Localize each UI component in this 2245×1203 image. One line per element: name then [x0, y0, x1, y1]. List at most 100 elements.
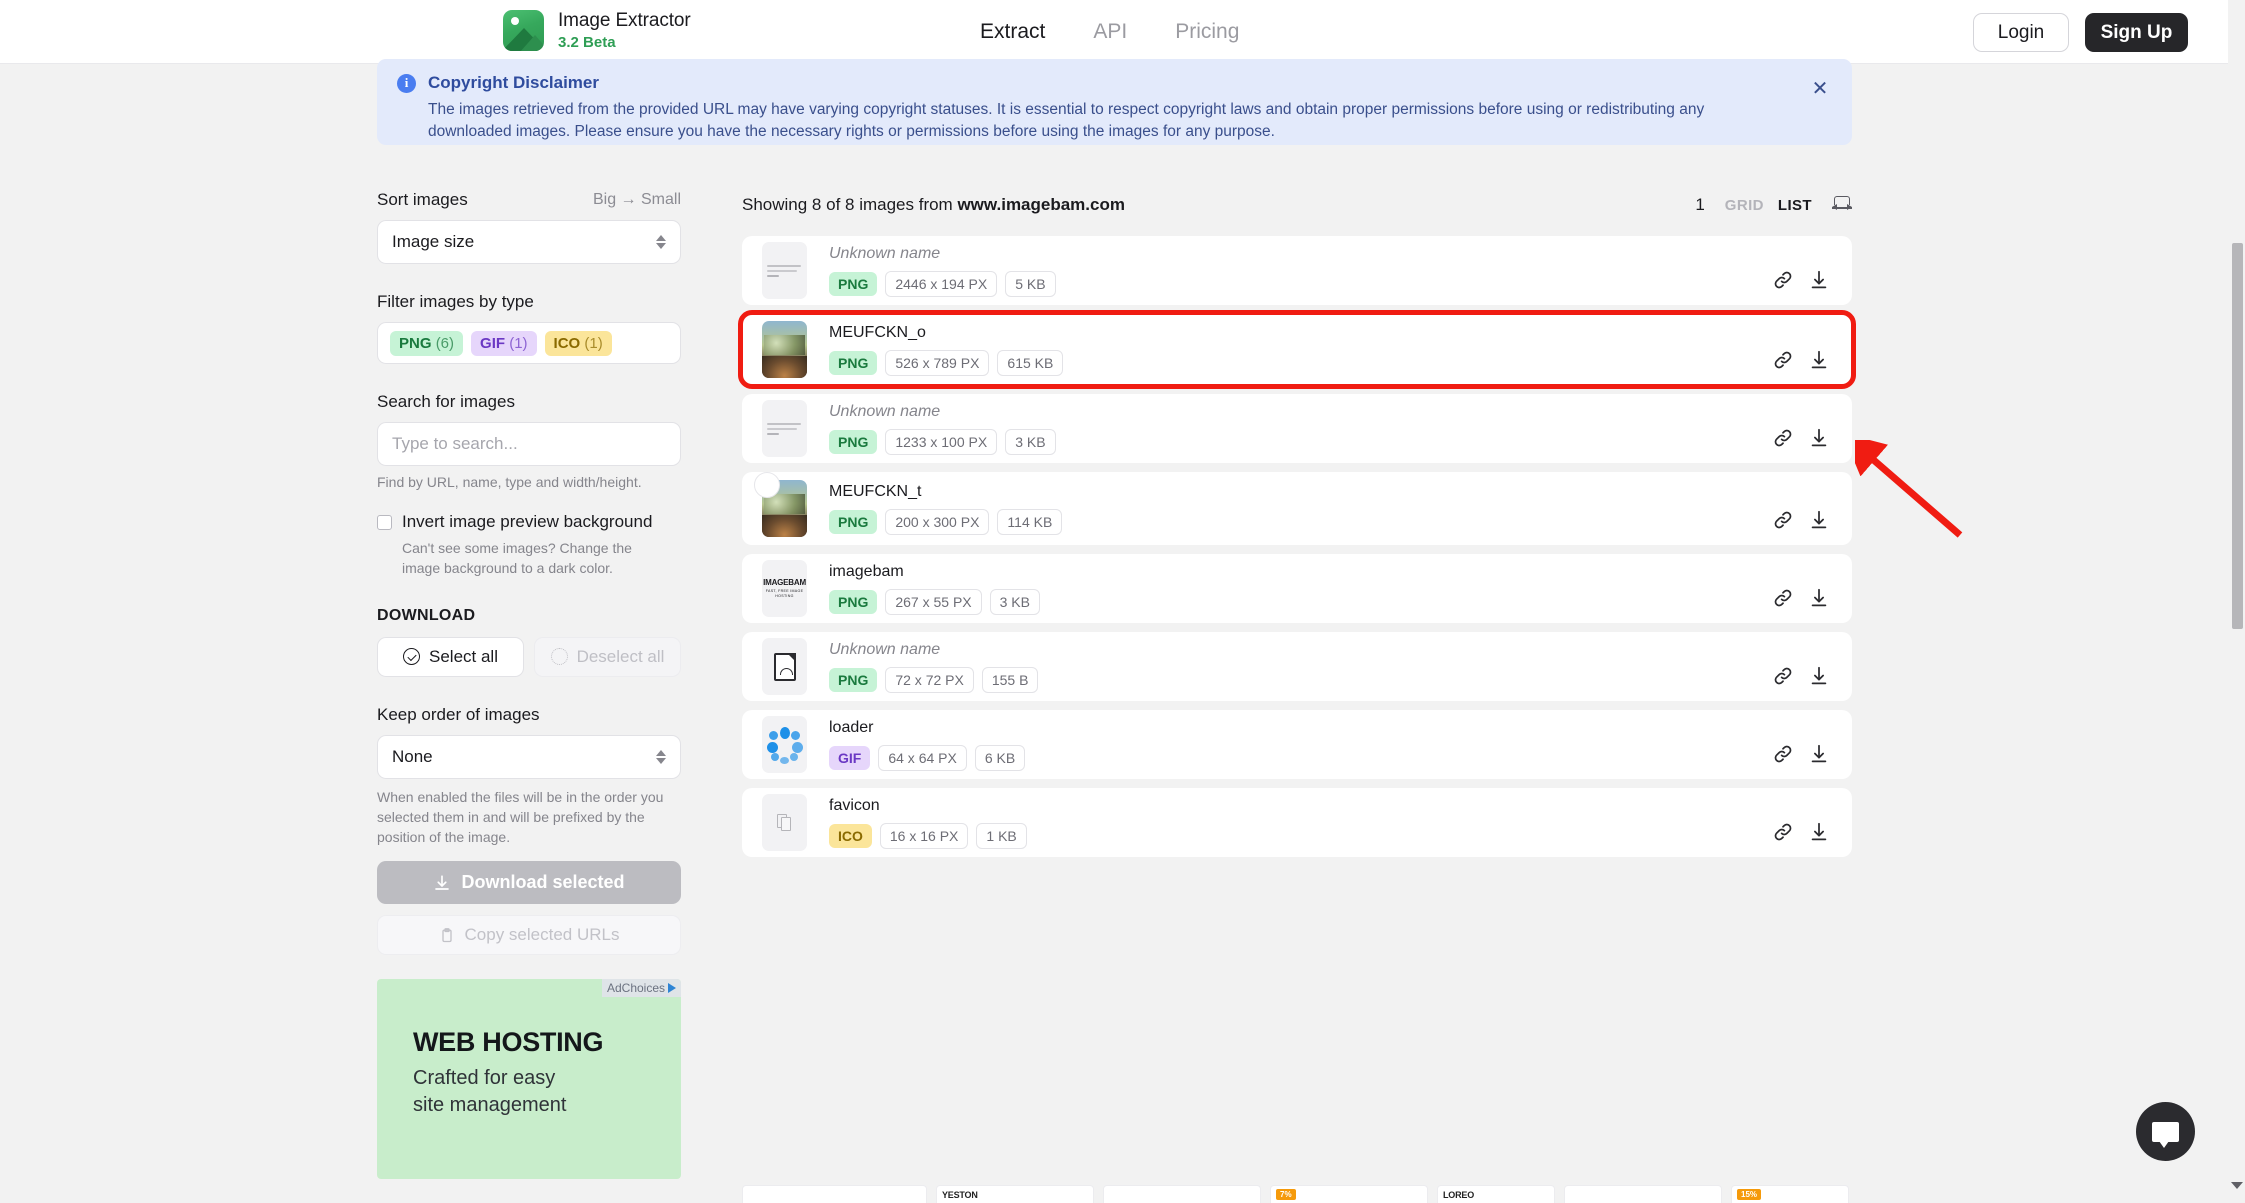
image-type-badge: PNG	[829, 429, 878, 454]
app-logo-icon	[503, 10, 544, 51]
image-type-badge: GIF	[829, 745, 871, 770]
image-thumbnail[interactable]	[762, 400, 807, 457]
login-button[interactable]: Login	[1973, 13, 2069, 52]
image-row[interactable]: loader GIF 64 x 64 PX 6 KB	[742, 710, 1852, 779]
invert-hint: Can't see some images? Change the image …	[402, 540, 632, 577]
chat-bubble-icon[interactable]	[2136, 1102, 2195, 1161]
page-number[interactable]: 1	[1695, 195, 1704, 215]
copy-urls-label: Copy selected URLs	[464, 925, 620, 945]
copy-link-icon[interactable]	[1772, 665, 1794, 687]
bottom-ad-label: LOREO	[1443, 1190, 1475, 1200]
image-thumbnail[interactable]	[762, 716, 807, 773]
image-row[interactable]: MEUFCKN_t PNG 200 x 300 PX 114 KB	[742, 472, 1852, 545]
image-type-badge: ICO	[829, 823, 872, 848]
site-header: Image Extractor 3.2 Beta Extract API Pri…	[0, 0, 2236, 64]
order-hint: When enabled the files will be in the or…	[377, 788, 664, 846]
invert-background-toggle[interactable]: Invert image preview background	[377, 512, 681, 532]
bottom-ad-item[interactable]	[1103, 1185, 1261, 1203]
broken-image-icon	[773, 652, 796, 681]
bottom-ad-item[interactable]	[742, 1185, 927, 1203]
image-thumbnail[interactable]: IMAGEBAM FAST, FREE IMAGE HOSTING	[762, 560, 807, 617]
download-icon[interactable]	[1808, 509, 1830, 531]
brand[interactable]: Image Extractor 3.2 Beta	[503, 10, 691, 51]
scrollbar-thumb[interactable]	[2232, 243, 2243, 629]
image-row[interactable]: Unknown name PNG 2446 x 194 PX 5 KB	[742, 236, 1852, 305]
sidebar-ad[interactable]: AdChoices WEB HOSTING Crafted for easy s…	[377, 979, 681, 1180]
download-icon[interactable]	[1808, 821, 1830, 843]
copy-link-icon[interactable]	[1772, 509, 1794, 531]
adchoices-badge[interactable]: AdChoices	[601, 979, 681, 998]
download-icon[interactable]	[1808, 349, 1830, 371]
image-name: favicon	[829, 796, 880, 814]
download-icon[interactable]	[1808, 665, 1830, 687]
image-filesize: 3 KB	[1005, 428, 1056, 455]
image-name: MEUFCKN_o	[829, 323, 926, 341]
image-thumbnail[interactable]	[762, 794, 807, 851]
filter-chip-ico[interactable]: ICO (1)	[544, 330, 612, 356]
image-row[interactable]: Unknown name PNG 72 x 72 PX 155 B	[742, 632, 1852, 701]
image-dimensions: 1233 x 100 PX	[885, 428, 998, 455]
download-section-title: DOWNLOAD	[377, 606, 476, 624]
copy-link-icon[interactable]	[1772, 743, 1794, 765]
bottom-ad-label: YESTON	[942, 1190, 978, 1200]
image-dimensions: 526 x 789 PX	[885, 349, 990, 376]
image-thumbnail[interactable]	[762, 638, 807, 695]
bottom-ad-item[interactable]: LOREO	[1437, 1185, 1555, 1203]
adchoices-label: AdChoices	[606, 981, 665, 996]
view-toggle-grid[interactable]: GRID	[1725, 197, 1764, 214]
download-icon[interactable]	[1808, 427, 1830, 449]
sort-select-value: Image size	[392, 232, 475, 251]
view-toggle-list[interactable]: LIST	[1778, 197, 1812, 214]
image-filesize: 155 B	[981, 666, 1039, 693]
filter-label: Filter images by type	[377, 292, 534, 311]
copyright-disclaimer-banner: i Copyright Disclaimer The images retrie…	[377, 59, 1852, 145]
image-row[interactable]: MEUFCKN_o PNG 526 x 789 PX 615 KB	[738, 310, 1856, 389]
app-title: Image Extractor	[558, 10, 691, 31]
image-thumbnail[interactable]	[762, 321, 807, 378]
select-all-button[interactable]: Select all	[377, 636, 524, 677]
invert-checkbox[interactable]	[377, 515, 392, 530]
copy-link-icon[interactable]	[1772, 269, 1794, 291]
bottom-ad-discount: 7%	[1276, 1189, 1296, 1200]
filter-chip-gif[interactable]: GIF (1)	[471, 330, 537, 356]
download-icon[interactable]	[1808, 743, 1830, 765]
copy-selected-urls-button[interactable]: Copy selected URLs	[377, 915, 681, 956]
nav-item-pricing[interactable]: Pricing	[1175, 20, 1239, 44]
search-section: Search for images Find by URL, name, typ…	[377, 392, 681, 490]
nav-item-extract[interactable]: Extract	[980, 20, 1045, 44]
sort-select[interactable]: Image size	[377, 220, 681, 264]
row-select-checkbox[interactable]	[754, 472, 780, 498]
resize-width-icon[interactable]	[1832, 196, 1852, 214]
copy-link-icon[interactable]	[1772, 349, 1794, 371]
copy-link-icon[interactable]	[1772, 587, 1794, 609]
close-icon[interactable]: ✕	[1810, 79, 1830, 99]
order-select[interactable]: None	[377, 734, 681, 779]
signup-button[interactable]: Sign Up	[2085, 13, 2188, 52]
sort-direction-hint[interactable]: Big → Small	[593, 191, 681, 209]
image-row[interactable]: favicon ICO 16 x 16 PX 1 KB	[742, 788, 1852, 857]
bottom-ad-item[interactable]: 15%	[1731, 1185, 1849, 1203]
download-selected-button[interactable]: Download selected	[377, 861, 681, 905]
deselect-all-button[interactable]: Deselect all	[534, 636, 681, 677]
clipboard-icon	[441, 928, 452, 943]
scroll-down-caret-icon[interactable]	[2231, 1182, 2243, 1189]
image-thumbnail[interactable]	[762, 242, 807, 299]
download-icon[interactable]	[1808, 587, 1830, 609]
bottom-ad-item[interactable]	[1564, 1185, 1722, 1203]
vertical-scrollbar[interactable]	[2228, 0, 2245, 1203]
search-input[interactable]	[377, 422, 681, 466]
copy-link-icon[interactable]	[1772, 821, 1794, 843]
image-row[interactable]: IMAGEBAM FAST, FREE IMAGE HOSTING imagebam…	[742, 554, 1852, 623]
download-icon[interactable]	[1808, 269, 1830, 291]
image-type-badge: PNG	[829, 589, 878, 614]
copy-link-icon[interactable]	[1772, 427, 1794, 449]
image-filesize: 114 KB	[997, 508, 1063, 535]
nav-item-api[interactable]: API	[1093, 20, 1127, 44]
image-row[interactable]: Unknown name PNG 1233 x 100 PX 3 KB	[742, 394, 1852, 463]
filter-chip-png[interactable]: PNG (6)	[390, 330, 464, 356]
results-count: Showing 8 of 8 images from www.imagebam.…	[742, 195, 1125, 215]
bottom-ad-item[interactable]: 7%	[1270, 1185, 1428, 1203]
text-image-preview	[766, 264, 803, 277]
bottom-ad-item[interactable]: YESTON	[936, 1185, 1094, 1203]
search-label: Search for images	[377, 392, 515, 411]
